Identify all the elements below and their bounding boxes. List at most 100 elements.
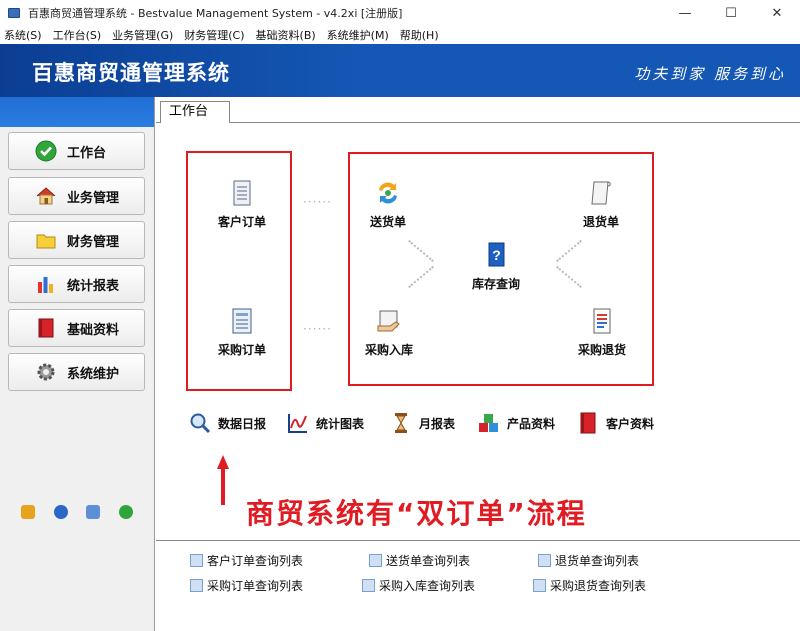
menu-workbench[interactable]: 工作台(S) [53,27,102,43]
purchase-return-list-label: 采购退货查询列表 [550,579,647,593]
stock-query-item[interactable]: ? 库存查询 [466,240,526,292]
list-icon [533,579,546,592]
tab-workbench[interactable]: 工作台 [160,101,230,123]
quick-statistics-chart[interactable]: 统计图表 [286,411,364,435]
list-icon [538,554,551,567]
list-icon [190,579,203,592]
nav-label: 系统维护 [67,366,120,382]
house-icon [36,187,56,205]
menu-basic-data[interactable]: 基础资料(B) [256,27,316,43]
nav-finance-button[interactable]: 财务管理 [8,221,145,259]
stock-query-label: 库存查询 [471,277,520,291]
purchase-return-label: 采购退货 [577,343,626,357]
quick-daily-report[interactable]: 数据日报 [188,411,266,435]
connector-customer-delivery: ······ [303,195,332,209]
window-icon[interactable] [86,505,101,519]
menu-bar: 系统(S) 工作台(S) 业务管理(G) 财务管理(C) 基础资料(B) 系统维… [0,26,800,44]
purchase-return-list-link[interactable]: 采购退货查询列表 [533,577,646,594]
help-book-icon: ? [488,242,505,267]
connector-purchase-in: ······ [303,322,332,336]
app-icon [8,8,20,18]
window-controls: — ☐ ✕ [662,0,800,26]
window-title: 百惠商贸通管理系统 - Bestvalue Management System … [28,7,403,20]
menu-business[interactable]: 业务管理(G) [112,27,173,43]
title-bar: 百惠商贸通管理系统 - Bestvalue Management System … [0,0,800,26]
customer-order-item[interactable]: 客户订单 [212,178,272,230]
nav-label: 基础资料 [67,322,120,338]
return-item[interactable]: 退货单 [571,178,631,230]
product-data-label: 产品资料 [507,416,556,431]
line-chart-icon [288,414,307,433]
tab-strip: 工作台 [156,97,800,123]
delivery-label: 送货单 [369,215,406,229]
list-icon [369,554,382,567]
bar-chart-icon [38,277,53,293]
maximize-button[interactable]: ☐ [708,0,754,26]
nav-basic-data-button[interactable]: 基础资料 [8,309,145,347]
purchase-order-item[interactable]: 采购订单 [212,306,272,358]
monthly-report-label: 月报表 [419,416,456,431]
form-icon [232,308,252,334]
nav-label: 工作台 [67,145,107,161]
svg-text:?: ? [492,247,501,263]
close-button[interactable]: ✕ [754,0,800,26]
gear-icon [37,363,55,381]
banner-slogan: 功夫到家 服务到心 [634,65,786,83]
nav-header-strip [0,97,154,127]
book-icon [38,318,54,338]
hourglass-icon [395,413,407,433]
minimize-button[interactable]: — [662,0,708,26]
nav-maintenance-button[interactable]: 系统维护 [8,353,145,391]
return-label: 退货单 [582,215,619,229]
delivery-list-link[interactable]: 送货单查询列表 [369,552,470,569]
customer-order-label: 客户订单 [217,215,266,229]
hand-document-icon [377,310,400,332]
nav-label: 财务管理 [67,234,120,250]
delivery-item[interactable]: 送货单 [358,178,418,230]
customer-order-list-link[interactable]: 客户订单查询列表 [190,552,303,569]
menu-finance[interactable]: 财务管理(C) [184,27,244,43]
return-list-label: 退货单查询列表 [555,554,640,568]
daily-report-label: 数据日报 [218,416,267,431]
nav-workbench-button[interactable]: 工作台 [8,132,145,170]
purchase-order-list-link[interactable]: 采购订单查询列表 [190,577,303,594]
cubes-icon [479,414,498,432]
purchase-in-list-link[interactable]: 采购入库查询列表 [362,577,475,594]
left-panel-tools [0,505,154,519]
quick-customer-data[interactable]: 客户资料 [576,411,654,435]
purchase-return-item[interactable]: 采购退货 [571,306,633,358]
tab-underline [156,122,800,123]
menu-help[interactable]: 帮助(H) [400,27,439,43]
quick-monthly-report[interactable]: 月报表 [389,411,455,435]
menu-maintenance[interactable]: 系统维护(M) [327,27,389,43]
scroll-icon [233,180,251,206]
customer-data-label: 客户资料 [606,416,655,431]
nav-reports-button[interactable]: 统计报表 [8,265,145,303]
menu-system[interactable]: 系统(S) [4,27,42,43]
nav-business-button[interactable]: 业务管理 [8,177,145,215]
purchase-order-label: 采购订单 [217,343,266,357]
purchase-in-item[interactable]: 采购入库 [358,306,420,358]
clock-icon[interactable] [53,505,68,519]
paper-icon [591,181,611,205]
nav-label: 统计报表 [67,278,120,294]
green-arrow-icon[interactable] [118,505,133,519]
statistics-chart-label: 统计图表 [316,416,365,431]
return-list-link[interactable]: 退货单查询列表 [538,552,639,569]
annotation-text: 商贸系统有“双订单”流程 [246,497,587,530]
cycle-arrows-icon [379,182,397,204]
purchase-order-list-label: 采购订单查询列表 [207,579,304,593]
purchase-in-list-label: 采购入库查询列表 [379,579,476,593]
quick-product-data[interactable]: 产品资料 [477,411,555,435]
invoice-icon [593,308,611,334]
list-icon [190,554,203,567]
delivery-list-label: 送货单查询列表 [386,554,471,568]
customer-order-list-label: 客户订单查询列表 [207,554,304,568]
purchase-in-label: 采购入库 [364,343,413,357]
red-arrow-icon [217,455,229,505]
check-circle-icon [35,140,57,162]
list-icon [362,579,375,592]
red-book-icon [580,412,596,434]
key-icon[interactable] [21,505,36,519]
nav-label: 业务管理 [67,190,120,206]
